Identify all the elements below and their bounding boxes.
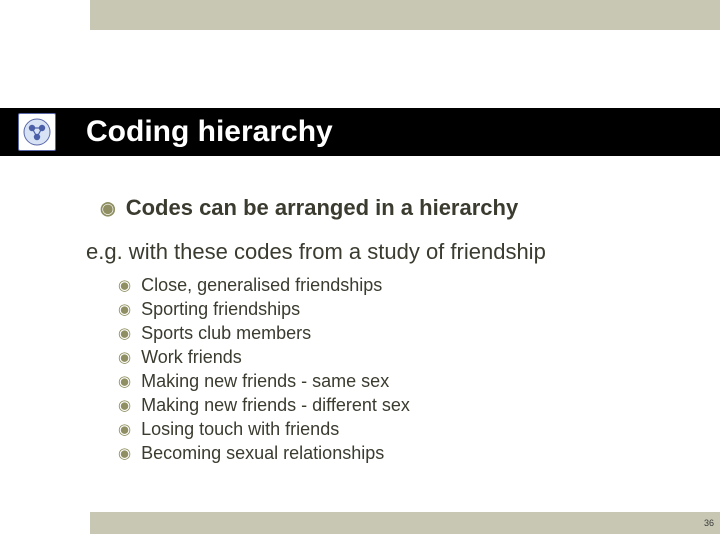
network-icon xyxy=(18,113,56,151)
list-item-text: Work friends xyxy=(141,347,242,368)
content-area: ◉ Codes can be arranged in a hierarchy e… xyxy=(100,195,680,467)
list-item: ◉ Losing touch with friends xyxy=(118,419,680,440)
subtitle-text: e.g. with these codes from a study of fr… xyxy=(86,239,680,265)
bullet-icon: ◉ xyxy=(100,199,116,217)
bullet-icon: ◉ xyxy=(118,422,131,437)
bottom-accent-band xyxy=(90,512,720,534)
bullet-icon: ◉ xyxy=(118,326,131,341)
page-number: 36 xyxy=(704,518,714,528)
bullet-icon: ◉ xyxy=(118,446,131,461)
bullet-icon: ◉ xyxy=(118,374,131,389)
list-item-text: Making new friends - same sex xyxy=(141,371,389,392)
list-item-text: Sports club members xyxy=(141,323,311,344)
title-band: Coding hierarchy xyxy=(0,108,720,156)
top-accent-band xyxy=(90,0,720,30)
list-item: ◉ Becoming sexual relationships xyxy=(118,443,680,464)
list-item-text: Becoming sexual relationships xyxy=(141,443,384,464)
list-item-text: Sporting friendships xyxy=(141,299,300,320)
slide-title: Coding hierarchy xyxy=(86,115,333,149)
sub-list: ◉ Close, generalised friendships ◉ Sport… xyxy=(118,275,680,464)
list-item-text: Making new friends - different sex xyxy=(141,395,410,416)
list-item-text: Losing touch with friends xyxy=(141,419,339,440)
list-item: ◉ Sporting friendships xyxy=(118,299,680,320)
bullet-icon: ◉ xyxy=(118,278,131,293)
main-bullet-text: Codes can be arranged in a hierarchy xyxy=(126,195,518,221)
list-item: ◉ Work friends xyxy=(118,347,680,368)
bullet-icon: ◉ xyxy=(118,302,131,317)
main-bullet-row: ◉ Codes can be arranged in a hierarchy xyxy=(100,195,680,221)
list-item: ◉ Sports club members xyxy=(118,323,680,344)
bullet-icon: ◉ xyxy=(118,398,131,413)
bullet-icon: ◉ xyxy=(118,350,131,365)
list-item: ◉ Close, generalised friendships xyxy=(118,275,680,296)
list-item: ◉ Making new friends - different sex xyxy=(118,395,680,416)
list-item: ◉ Making new friends - same sex xyxy=(118,371,680,392)
list-item-text: Close, generalised friendships xyxy=(141,275,382,296)
